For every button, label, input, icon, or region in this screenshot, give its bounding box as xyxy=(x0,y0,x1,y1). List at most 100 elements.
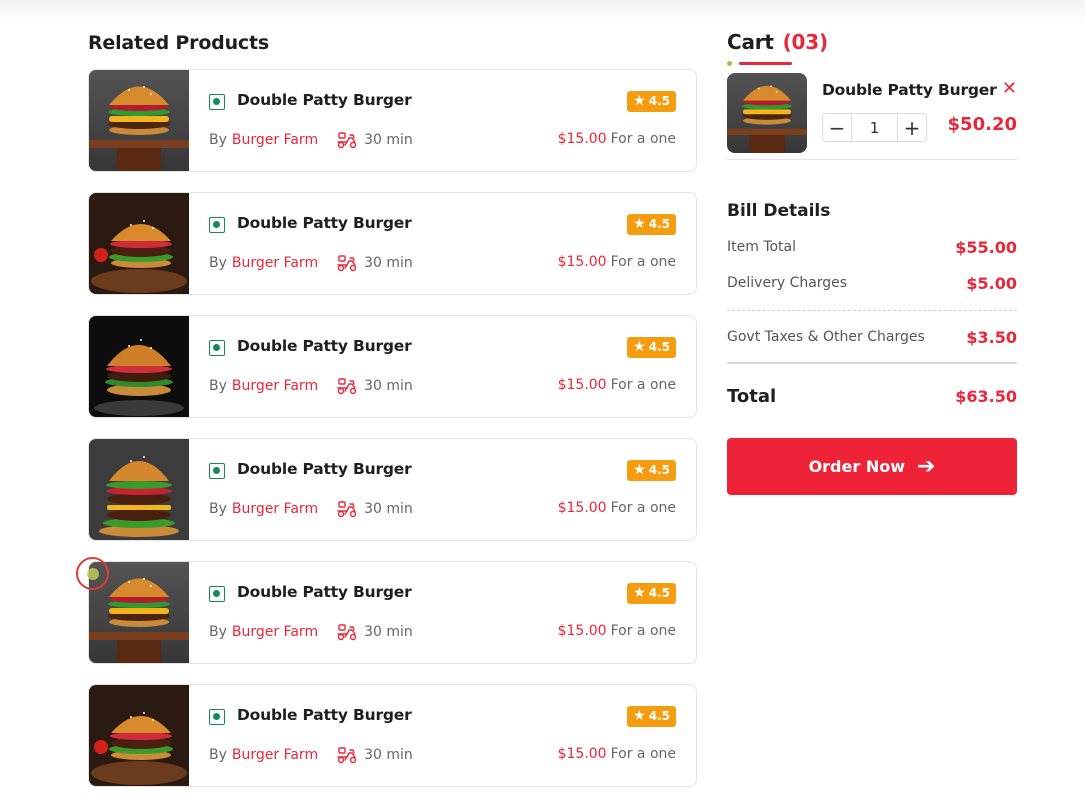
burger-image xyxy=(89,316,189,417)
product-name[interactable]: Double Patty Burger xyxy=(237,214,412,232)
veg-indicator-icon xyxy=(209,586,225,602)
star-icon: ★ xyxy=(633,93,646,109)
product-name[interactable]: Double Patty Burger xyxy=(237,337,412,355)
delivery-scooter-icon xyxy=(336,746,358,764)
related-products-section: Related Products Double Patty Burger ★ 4.… xyxy=(88,30,697,804)
delivery-time: 30 min xyxy=(364,501,413,517)
veg-indicator-icon xyxy=(209,217,225,233)
product-meta: By Burger Farm 30 min xyxy=(209,377,413,395)
price-suffix: For a one xyxy=(610,377,676,393)
delivery-time: 30 min xyxy=(364,378,413,394)
cart-title: Cart (03) xyxy=(727,28,1017,56)
veg-indicator-icon xyxy=(209,463,225,479)
cart-item: Double Patty Burger ✕ − 1 + $50.20 xyxy=(727,63,1017,160)
product-name[interactable]: Double Patty Burger xyxy=(237,706,412,724)
rating-badge: ★ 4.5 xyxy=(627,706,676,727)
by-label: By xyxy=(209,132,227,148)
delivery-time: 30 min xyxy=(364,747,413,763)
by-label: By xyxy=(209,747,227,763)
price-line: $15.00 For a one xyxy=(558,746,676,762)
price: $15.00 xyxy=(557,623,607,639)
bill-title: Bill Details xyxy=(727,201,831,221)
rating-value: 4.5 xyxy=(648,586,670,600)
cursor-dot xyxy=(87,568,99,580)
product-card[interactable]: Double Patty Burger ★ 4.5 By Burger Farm … xyxy=(88,69,697,172)
item-total-row: Item Total $55.00 xyxy=(727,237,1017,257)
total-label: Total xyxy=(727,385,777,407)
brand-link[interactable]: Burger Farm xyxy=(232,132,318,148)
burger-image xyxy=(89,193,189,294)
product-meta: By Burger Farm 30 min xyxy=(209,254,413,272)
product-card[interactable]: Double Patty Burger ★ 4.5 By Burger Farm … xyxy=(88,315,697,418)
order-now-label: Order Now xyxy=(808,457,905,476)
delivery-time: 30 min xyxy=(364,624,413,640)
star-icon: ★ xyxy=(633,339,646,355)
product-card[interactable]: Double Patty Burger ★ 4.5 By Burger Farm … xyxy=(88,684,697,787)
dashed-divider xyxy=(727,310,1017,311)
price-line: $15.00 For a one xyxy=(558,131,676,147)
brand-link[interactable]: Burger Farm xyxy=(232,255,318,271)
product-list: Double Patty Burger ★ 4.5 By Burger Farm … xyxy=(88,69,697,787)
total-amount: $63.50 xyxy=(955,386,1017,406)
delivery-row: Delivery Charges $5.00 xyxy=(727,273,1017,293)
star-icon: ★ xyxy=(633,585,646,601)
cart-count: (03) xyxy=(782,30,829,54)
star-icon: ★ xyxy=(633,216,646,232)
price: $15.00 xyxy=(557,377,607,393)
plus-icon[interactable]: + xyxy=(898,114,926,141)
product-name[interactable]: Double Patty Burger xyxy=(237,460,412,478)
top-shadow xyxy=(0,0,1085,22)
star-icon: ★ xyxy=(633,462,646,478)
delivery-scooter-icon xyxy=(336,377,358,395)
product-name[interactable]: Double Patty Burger xyxy=(237,91,412,109)
minus-icon[interactable]: − xyxy=(823,114,851,141)
delivery-amount: $5.00 xyxy=(966,273,1017,293)
product-card[interactable]: Double Patty Burger ★ 4.5 By Burger Farm … xyxy=(88,192,697,295)
price-suffix: For a one xyxy=(610,131,676,147)
burger-image xyxy=(89,685,189,786)
burger-image xyxy=(89,439,189,540)
order-now-button[interactable]: Order Now ➔ xyxy=(727,438,1017,495)
delivery-scooter-icon xyxy=(336,131,358,149)
veg-indicator-icon xyxy=(209,340,225,356)
delivery-time: 30 min xyxy=(364,132,413,148)
close-icon[interactable]: ✕ xyxy=(1002,78,1017,99)
product-card[interactable]: Double Patty Burger ★ 4.5 By Burger Farm … xyxy=(88,438,697,541)
brand-link[interactable]: Burger Farm xyxy=(232,747,318,763)
price-line: $15.00 For a one xyxy=(558,500,676,516)
cart-panel: Cart (03) Double Patty Burger ✕ − 1 + $5… xyxy=(727,28,1017,495)
price-line: $15.00 For a one xyxy=(558,254,676,270)
rating-badge: ★ 4.5 xyxy=(627,337,676,358)
price: $15.00 xyxy=(557,500,607,516)
rating-badge: ★ 4.5 xyxy=(627,583,676,604)
cart-title-label: Cart xyxy=(727,30,774,54)
item-total-label: Item Total xyxy=(727,239,797,255)
rating-badge: ★ 4.5 xyxy=(627,214,676,235)
product-card[interactable]: Double Patty Burger ★ 4.5 By Burger Farm … xyxy=(88,561,697,664)
product-meta: By Burger Farm 30 min xyxy=(209,746,413,764)
by-label: By xyxy=(209,378,227,394)
rating-value: 4.5 xyxy=(648,709,670,723)
rating-value: 4.5 xyxy=(648,94,670,108)
brand-link[interactable]: Burger Farm xyxy=(232,378,318,394)
price-suffix: For a one xyxy=(610,254,676,270)
quantity-value[interactable]: 1 xyxy=(851,114,898,141)
solid-divider xyxy=(727,362,1017,364)
price: $15.00 xyxy=(557,131,607,147)
rating-value: 4.5 xyxy=(648,463,670,477)
brand-link[interactable]: Burger Farm xyxy=(232,624,318,640)
brand-link[interactable]: Burger Farm xyxy=(232,501,318,517)
item-total-amount: $55.00 xyxy=(955,237,1017,257)
by-label: By xyxy=(209,255,227,271)
by-label: By xyxy=(209,624,227,640)
product-meta: By Burger Farm 30 min xyxy=(209,500,413,518)
taxes-row: Govt Taxes & Other Charges $3.50 xyxy=(727,327,1017,347)
price-suffix: For a one xyxy=(610,623,676,639)
delivery-scooter-icon xyxy=(336,254,358,272)
quantity-stepper: − 1 + xyxy=(822,113,927,142)
price-line: $15.00 For a one xyxy=(558,377,676,393)
veg-indicator-icon xyxy=(209,94,225,110)
product-name[interactable]: Double Patty Burger xyxy=(237,583,412,601)
by-label: By xyxy=(209,501,227,517)
price: $15.00 xyxy=(557,254,607,270)
